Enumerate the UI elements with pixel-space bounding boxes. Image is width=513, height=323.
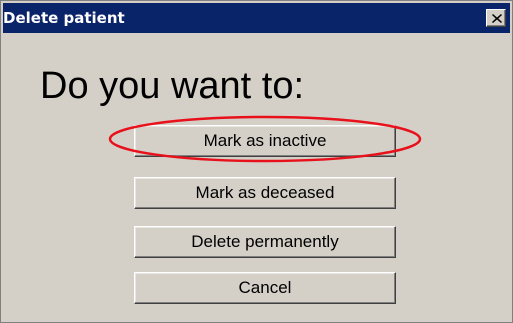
title-bar[interactable]: Delete patient [3, 3, 510, 33]
dialog-heading: Do you want to: [40, 65, 305, 107]
mark-as-inactive-button[interactable]: Mark as inactive [134, 125, 396, 157]
cancel-button[interactable]: Cancel [134, 272, 396, 304]
delete-permanently-button[interactable]: Delete permanently [134, 226, 396, 258]
mark-as-deceased-button[interactable]: Mark as deceased [134, 177, 396, 209]
window-title: Delete patient [3, 9, 125, 27]
close-button[interactable] [486, 9, 506, 27]
close-icon [492, 14, 502, 23]
delete-patient-dialog: Delete patient Do you want to: Mark as i… [0, 0, 513, 323]
